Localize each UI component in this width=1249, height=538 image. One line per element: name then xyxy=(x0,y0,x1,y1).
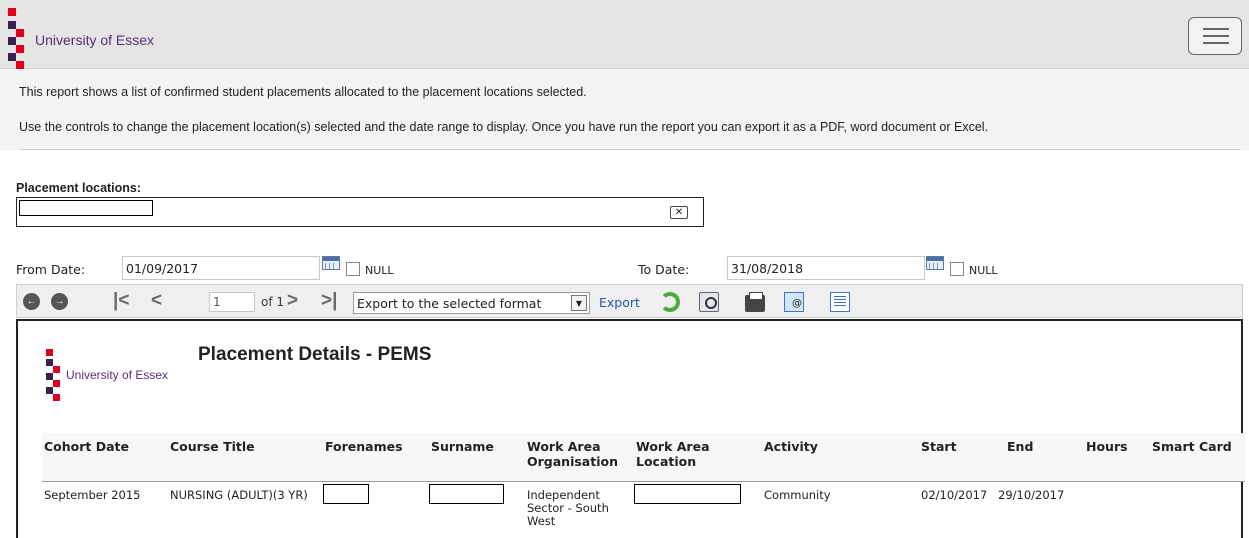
cell-line: Independent xyxy=(527,488,600,502)
hamburger-menu-button[interactable] xyxy=(1188,17,1242,55)
clear-icon[interactable]: ✕ xyxy=(670,206,688,219)
logo-square xyxy=(16,29,24,37)
last-page-icon[interactable]: >| xyxy=(321,291,337,311)
to-date-label: To Date: xyxy=(638,262,690,277)
logo-square xyxy=(46,359,53,366)
hamburger-icon xyxy=(1203,35,1229,37)
report-title: Placement Details - PEMS xyxy=(198,344,432,365)
column-header-work-area-organisation[interactable]: Work Area Organisation xyxy=(527,439,618,469)
redacted-location-chip xyxy=(19,200,153,216)
calendar-icon[interactable] xyxy=(926,256,944,270)
logo-square xyxy=(16,61,24,69)
from-date-input[interactable]: 01/09/2017 xyxy=(122,256,320,280)
from-date-null-checkbox[interactable] xyxy=(346,262,360,276)
column-header-forenames[interactable]: Forenames xyxy=(325,439,403,454)
divider xyxy=(19,149,1241,150)
divider xyxy=(42,481,1245,482)
first-page-icon[interactable]: |< xyxy=(113,291,129,311)
placement-locations-label: Placement locations: xyxy=(16,181,142,195)
export-format-select[interactable]: Export to the selected format ▼ xyxy=(353,292,590,314)
print-icon[interactable] xyxy=(745,292,765,312)
logo-square xyxy=(46,349,53,356)
cell-activity: Community xyxy=(764,488,831,502)
cell-line: West xyxy=(527,514,556,528)
hamburger-icon xyxy=(1203,28,1229,30)
column-header-course-title[interactable]: Course Title xyxy=(170,439,255,454)
next-page-icon[interactable]: > xyxy=(287,291,298,311)
column-header-end[interactable]: End xyxy=(1007,439,1033,454)
hamburger-icon xyxy=(1203,42,1229,44)
column-header-hours[interactable]: Hours xyxy=(1086,439,1128,454)
export-format-value: Export to the selected format xyxy=(357,296,542,311)
page-number-input[interactable]: 1 xyxy=(209,292,255,312)
logo-text: University of Essex xyxy=(35,32,155,48)
document-map-icon[interactable] xyxy=(830,292,850,312)
top-header-bar: University of Essex xyxy=(0,0,1249,69)
logo-square xyxy=(8,53,16,61)
forward-icon[interactable]: → xyxy=(51,293,68,310)
refresh-icon[interactable] xyxy=(660,292,680,312)
find-icon[interactable] xyxy=(699,292,719,312)
cell-line: Sector - South xyxy=(527,501,609,515)
header-line: Work Area xyxy=(636,439,710,454)
column-header-cohort-date[interactable]: Cohort Date xyxy=(44,439,129,454)
page-count: of 1 xyxy=(261,295,285,309)
chevron-down-icon[interactable]: ▼ xyxy=(571,295,587,311)
null-label: NULL xyxy=(365,264,394,277)
report-logo: University of Essex xyxy=(46,349,186,403)
intro-line-1: This report shows a list of confirmed st… xyxy=(19,85,587,99)
logo-square xyxy=(53,366,60,373)
back-icon[interactable]: ← xyxy=(23,293,40,310)
column-header-surname[interactable]: Surname xyxy=(431,439,494,454)
cell-cohort-date: September 2015 xyxy=(44,488,141,502)
report-body: University of Essex Placement Details - … xyxy=(16,319,1245,538)
column-header-activity[interactable]: Activity xyxy=(764,439,818,454)
logo-square xyxy=(46,373,53,380)
logo-square xyxy=(53,394,60,401)
redacted-surname xyxy=(429,484,504,504)
report-intro: This report shows a list of confirmed st… xyxy=(0,70,1249,150)
logo-square xyxy=(53,380,60,387)
redacted-forenames xyxy=(323,484,369,504)
logo-square xyxy=(16,45,24,53)
logo-square xyxy=(8,21,16,29)
email-report-icon[interactable] xyxy=(784,292,804,312)
cell-course-title: NURSING (ADULT)(3 YR) xyxy=(170,488,308,502)
report-viewer-toolbar: ← → |< < 1 of 1 > >| Export to the selec… xyxy=(16,284,1243,318)
intro-line-2: Use the controls to change the placement… xyxy=(19,120,989,134)
null-label: NULL xyxy=(969,264,998,277)
logo-square xyxy=(8,37,16,45)
header-line: Organisation xyxy=(527,454,618,469)
previous-page-icon[interactable]: < xyxy=(151,291,162,311)
cell-work-area-organisation: Independent Sector - South West xyxy=(527,489,609,528)
logo-square xyxy=(46,387,53,394)
cell-start: 02/10/2017 xyxy=(921,488,988,502)
export-link[interactable]: Export xyxy=(599,295,640,315)
column-header-smart-card[interactable]: Smart Card xyxy=(1152,439,1232,454)
header-line: Work Area xyxy=(527,439,601,454)
logo-square xyxy=(8,8,16,16)
to-date-input[interactable]: 31/08/2018 xyxy=(727,256,925,280)
redacted-location xyxy=(634,484,741,504)
calendar-icon[interactable] xyxy=(322,256,340,270)
column-header-work-area-location[interactable]: Work Area Location xyxy=(636,439,710,469)
header-line: Location xyxy=(636,454,697,469)
report-logo-text: University of Essex xyxy=(66,368,169,382)
column-header-start[interactable]: Start xyxy=(921,439,957,454)
from-date-label: From Date: xyxy=(16,262,86,277)
cell-end: 29/10/2017 xyxy=(998,488,1065,502)
university-logo[interactable]: University of Essex xyxy=(8,8,168,69)
to-date-null-checkbox[interactable] xyxy=(950,262,964,276)
placement-locations-input[interactable]: ✕ xyxy=(16,197,704,227)
